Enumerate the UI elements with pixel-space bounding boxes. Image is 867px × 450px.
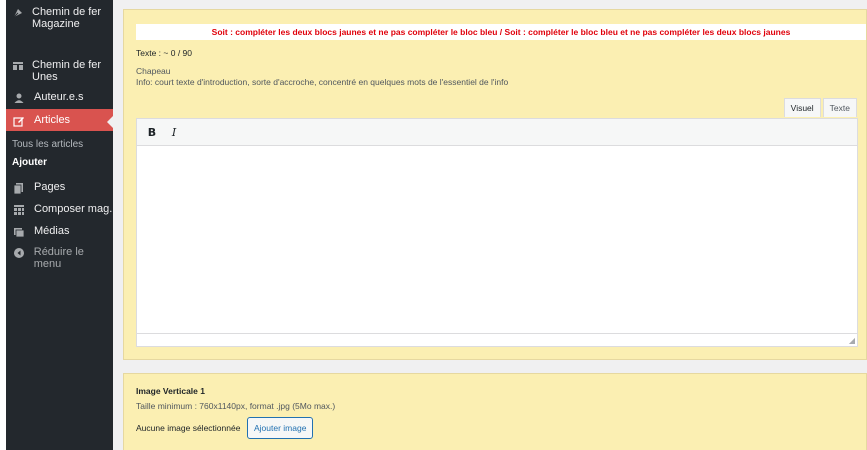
sidebar-item-articles[interactable]: Articles: [6, 109, 113, 131]
no-image-status: Aucune image sélectionnée: [136, 423, 241, 433]
editor-toolbar: B I: [137, 119, 857, 146]
sidebar-item-medias[interactable]: Médias: [6, 225, 113, 241]
feather-icon: [12, 6, 24, 20]
bold-button[interactable]: B: [143, 123, 161, 141]
sidebar-item-label: Chemin de fer Unes: [32, 59, 102, 83]
grid-icon: [12, 203, 26, 217]
collapse-menu-label: Réduire le menu: [33, 246, 84, 270]
sidebar-item-label: Chemin de fer Magazine: [32, 6, 102, 30]
image-verticale-box: Image Verticale 1 Taille minimum : 760x1…: [123, 373, 867, 450]
sidebar-item-chemin-de-fer-magazine[interactable]: Chemin de fer Magazine: [6, 6, 113, 46]
sidebar-item-auteurs[interactable]: Auteur.e.s: [6, 91, 113, 107]
admin-sidebar: Chemin de fer Magazine Chemin de fer Une…: [6, 0, 113, 450]
image-field-title: Image Verticale 1: [136, 386, 205, 396]
tab-visuel[interactable]: Visuel: [783, 98, 821, 117]
submenu-item-tous-les-articles[interactable]: Tous les articles: [12, 139, 83, 150]
edit-icon: [12, 114, 26, 128]
media-icon: [12, 225, 26, 239]
sidebar-item-label: Pages: [34, 181, 66, 193]
editor-tabs: Visuel Texte: [782, 98, 857, 117]
editor-text-area[interactable]: [137, 146, 857, 334]
collapse-icon: [12, 246, 26, 260]
resize-handle-icon[interactable]: ◢: [849, 336, 855, 345]
add-image-button[interactable]: Ajouter image: [247, 417, 314, 439]
sidebar-item-composer-mag[interactable]: Composer mag.: [6, 203, 113, 219]
pages-icon: [12, 181, 26, 195]
field-label: Chapeau: [136, 66, 171, 76]
italic-button[interactable]: I: [165, 123, 183, 141]
sidebar-item-chemin-de-fer-unes[interactable]: Chemin de fer Unes: [6, 59, 113, 87]
user-icon: [12, 91, 26, 105]
tab-texte[interactable]: Texte: [822, 98, 857, 117]
sidebar-item-label: Auteur.e.s: [34, 91, 84, 103]
warning-banner: Soit : compléter les deux blocs jaunes e…: [136, 24, 866, 40]
main-content: Soit : compléter les deux blocs jaunes e…: [113, 0, 867, 450]
sidebar-item-label: Articles: [34, 114, 71, 126]
sidebar-item-label: Médias: [34, 225, 70, 237]
character-counter: Texte : ~ 0 / 90: [136, 48, 192, 58]
sidebar-item-pages[interactable]: Pages: [6, 181, 113, 197]
rich-text-editor: B I ◢: [136, 118, 858, 347]
editor-statusbar: ◢: [137, 333, 857, 346]
collapse-menu-button[interactable]: Réduire le menu: [6, 246, 113, 270]
field-help: Info: court texte d'introduction, sorte …: [136, 77, 509, 87]
columns-icon: [12, 59, 24, 73]
chapeau-field-box: Soit : compléter les deux blocs jaunes e…: [123, 9, 867, 360]
submenu-item-ajouter[interactable]: Ajouter: [12, 157, 47, 168]
sidebar-item-label: Composer mag.: [34, 203, 113, 215]
image-field-help: Taille minimum : 760x1140px, format .jpg…: [136, 401, 336, 411]
